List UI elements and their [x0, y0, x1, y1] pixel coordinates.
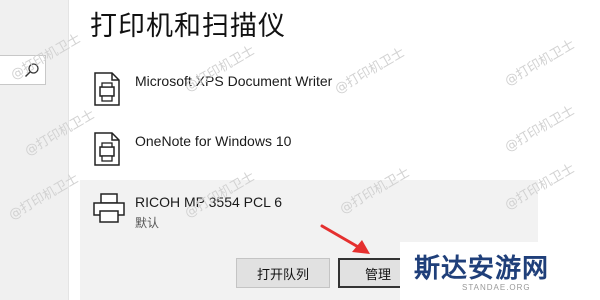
printer-name: OneNote for Windows 10 [135, 133, 292, 149]
printer-name: RICOH MP 3554 PCL 6 [135, 194, 283, 210]
printer-icon [93, 193, 125, 223]
site-logo-domain: STANDAE.ORG [462, 283, 531, 292]
printer-item-onenote[interactable]: OneNote for Windows 10 [80, 120, 538, 176]
search-icon[interactable] [24, 62, 40, 78]
open-queue-button[interactable]: 打开队列 [236, 258, 330, 288]
printer-item-xps[interactable]: Microsoft XPS Document Writer [80, 62, 538, 118]
site-logo-name: 斯达安游网 [414, 254, 550, 284]
document-printer-icon [94, 132, 120, 166]
printer-name: Microsoft XPS Document Writer [135, 73, 333, 89]
sidebar [0, 0, 69, 300]
page-title: 打印机和扫描仪 [90, 11, 286, 42]
annotation-arrow-icon [320, 224, 370, 254]
search-input[interactable] [0, 55, 46, 85]
document-printer-icon [94, 72, 120, 106]
printer-default-status: 默认 [135, 216, 160, 230]
site-logo: 斯达安游网 STANDAE.ORG [400, 242, 600, 300]
